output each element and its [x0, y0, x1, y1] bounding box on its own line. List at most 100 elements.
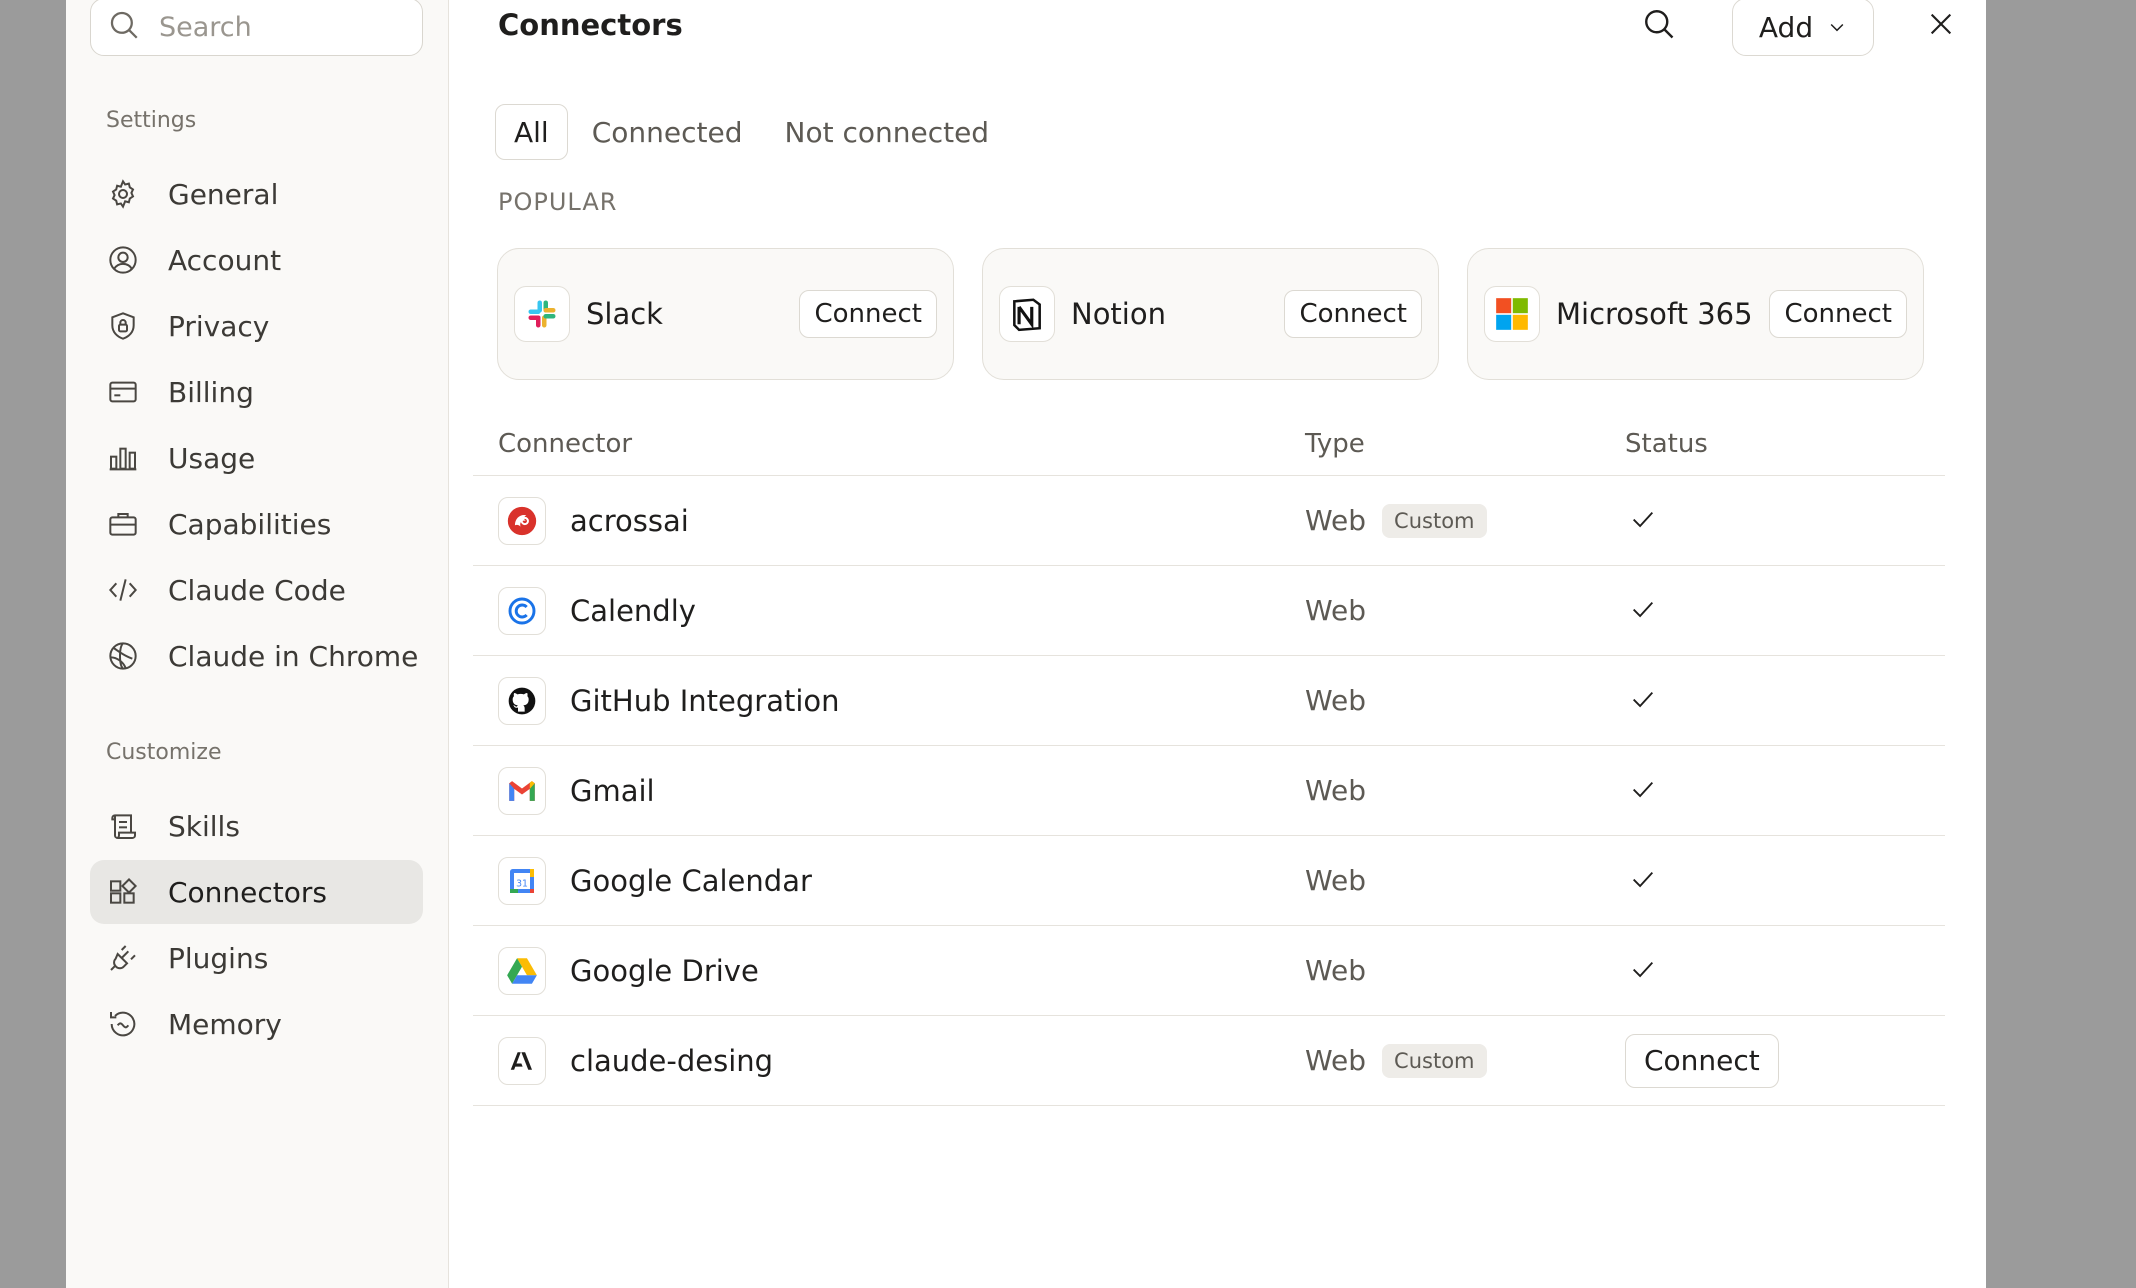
sidebar-item-plugins[interactable]: Plugins [90, 926, 423, 990]
sidebar-item-label: Claude Code [168, 573, 346, 607]
connector-name: Calendly [570, 593, 696, 628]
sidebar-item-label: Billing [168, 375, 254, 409]
sidebar-item-claude-code[interactable]: Claude Code [90, 558, 423, 622]
globe-icon [106, 639, 140, 673]
connector-name: claude-desing [570, 1043, 774, 1078]
sidebar-item-label: Privacy [168, 309, 270, 343]
table-row[interactable]: Google Drive Web [473, 926, 1945, 1016]
sidebar-item-label: Claude in Chrome [168, 639, 419, 673]
sidebar-item-label: Capabilities [168, 507, 332, 541]
sidebar-item-connectors[interactable]: Connectors [90, 860, 423, 924]
credit-card-icon [106, 375, 140, 409]
connector-type: Web [1305, 504, 1367, 537]
column-header-type: Type [1305, 428, 1365, 459]
claude-desing-connect-button[interactable]: Connect [1625, 1033, 1779, 1088]
settings-section-label: Settings [106, 108, 197, 133]
sidebar-item-label: Connectors [168, 875, 328, 909]
popular-card-microsoft-365: Microsoft 365 Connect [1467, 248, 1924, 380]
github-logo-icon [498, 676, 546, 725]
sidebar: Settings General Account Privacy Billing… [66, 0, 449, 1288]
check-icon [1625, 505, 1657, 537]
gmail-logo-icon [498, 766, 546, 815]
page-title: Connectors [498, 8, 683, 42]
microsoft-logo-icon [1484, 286, 1540, 342]
table-header: Connector Type Status [473, 412, 1945, 476]
table-row[interactable]: 31 Google Calendar Web [473, 836, 1945, 926]
popular-section-label: POPULAR [498, 188, 618, 216]
filter-tabs: All Connected Not connected [495, 104, 1013, 160]
add-button[interactable]: Add [1732, 0, 1874, 56]
code-icon [106, 573, 140, 607]
connectors-table: Connector Type Status acrossai Web Custo… [473, 412, 1945, 1106]
sidebar-item-memory[interactable]: Memory [90, 992, 423, 1056]
popular-cards: Slack Connect Notion Connect Microsoft 3… [497, 248, 1924, 380]
settings-modal: Settings General Account Privacy Billing… [66, 0, 1986, 1288]
google-calendar-logo-icon: 31 [498, 856, 546, 905]
close-button[interactable] [1921, 6, 1961, 46]
sidebar-item-account[interactable]: Account [90, 228, 423, 292]
anthropic-logo-icon [498, 1036, 546, 1085]
acrossai-logo-icon [498, 496, 546, 545]
bar-chart-icon [106, 441, 140, 475]
customize-section-label: Customize [106, 740, 222, 765]
sidebar-item-label: Memory [168, 1007, 282, 1041]
history-icon [106, 1007, 140, 1041]
slack-connect-button[interactable]: Connect [799, 290, 937, 338]
notion-connect-button[interactable]: Connect [1284, 290, 1422, 338]
custom-badge: Custom [1382, 1043, 1487, 1078]
sidebar-item-usage[interactable]: Usage [90, 426, 423, 490]
table-row[interactable]: Gmail Web [473, 746, 1945, 836]
check-icon [1625, 775, 1657, 807]
tab-connected[interactable]: Connected [574, 104, 761, 160]
sidebar-item-billing[interactable]: Billing [90, 360, 423, 424]
scroll-icon [106, 809, 140, 843]
sidebar-item-label: Skills [168, 809, 240, 843]
connector-type: Web [1305, 864, 1367, 897]
sidebar-item-privacy[interactable]: Privacy [90, 294, 423, 358]
popular-card-notion: Notion Connect [982, 248, 1439, 380]
slack-logo-icon [514, 286, 570, 342]
connector-type: Web [1305, 684, 1367, 717]
popular-card-slack: Slack Connect [497, 248, 954, 380]
connector-name: Google Calendar [570, 863, 812, 898]
card-name: Notion [1071, 297, 1166, 331]
svg-text:31: 31 [516, 878, 528, 889]
connector-type: Web [1305, 594, 1367, 627]
notion-logo-icon [999, 286, 1055, 342]
connector-name: GitHub Integration [570, 683, 840, 718]
search-connectors-button[interactable] [1639, 6, 1679, 46]
sidebar-item-claude-in-chrome[interactable]: Claude in Chrome [90, 624, 423, 688]
table-row[interactable]: acrossai Web Custom [473, 476, 1945, 566]
table-row[interactable]: claude-desing Web Custom Connect [473, 1016, 1945, 1106]
briefcase-icon [106, 507, 140, 541]
customize-nav: Skills Connectors Plugins Memory [90, 794, 423, 1058]
connector-type: Web [1305, 954, 1367, 987]
microsoft-365-connect-button[interactable]: Connect [1769, 290, 1907, 338]
connectors-panel: Connectors Add All Connected Not connect… [449, 0, 1986, 1288]
connector-name: Google Drive [570, 953, 759, 988]
connector-type: Web [1305, 774, 1367, 807]
check-icon [1625, 865, 1657, 897]
search-input[interactable] [159, 11, 399, 43]
check-icon [1625, 955, 1657, 987]
tab-not-connected[interactable]: Not connected [767, 104, 1008, 160]
add-button-label: Add [1758, 10, 1814, 44]
check-icon [1625, 595, 1657, 627]
user-circle-icon [106, 243, 140, 277]
sidebar-item-label: Plugins [168, 941, 269, 975]
search-box[interactable] [90, 0, 423, 56]
sidebar-item-skills[interactable]: Skills [90, 794, 423, 858]
google-drive-logo-icon [498, 946, 546, 995]
tab-all[interactable]: All [495, 104, 568, 160]
sidebar-item-capabilities[interactable]: Capabilities [90, 492, 423, 556]
chevron-down-icon [1827, 11, 1847, 44]
sidebar-item-label: Account [168, 243, 282, 277]
plug-icon [106, 941, 140, 975]
connector-type: Web [1305, 1044, 1367, 1077]
table-row[interactable]: Calendly Web [473, 566, 1945, 656]
column-header-connector: Connector [498, 428, 633, 459]
sidebar-item-general[interactable]: General [90, 162, 423, 226]
connector-name: Gmail [570, 773, 655, 808]
table-row[interactable]: GitHub Integration Web [473, 656, 1945, 746]
column-header-status: Status [1625, 428, 1708, 459]
